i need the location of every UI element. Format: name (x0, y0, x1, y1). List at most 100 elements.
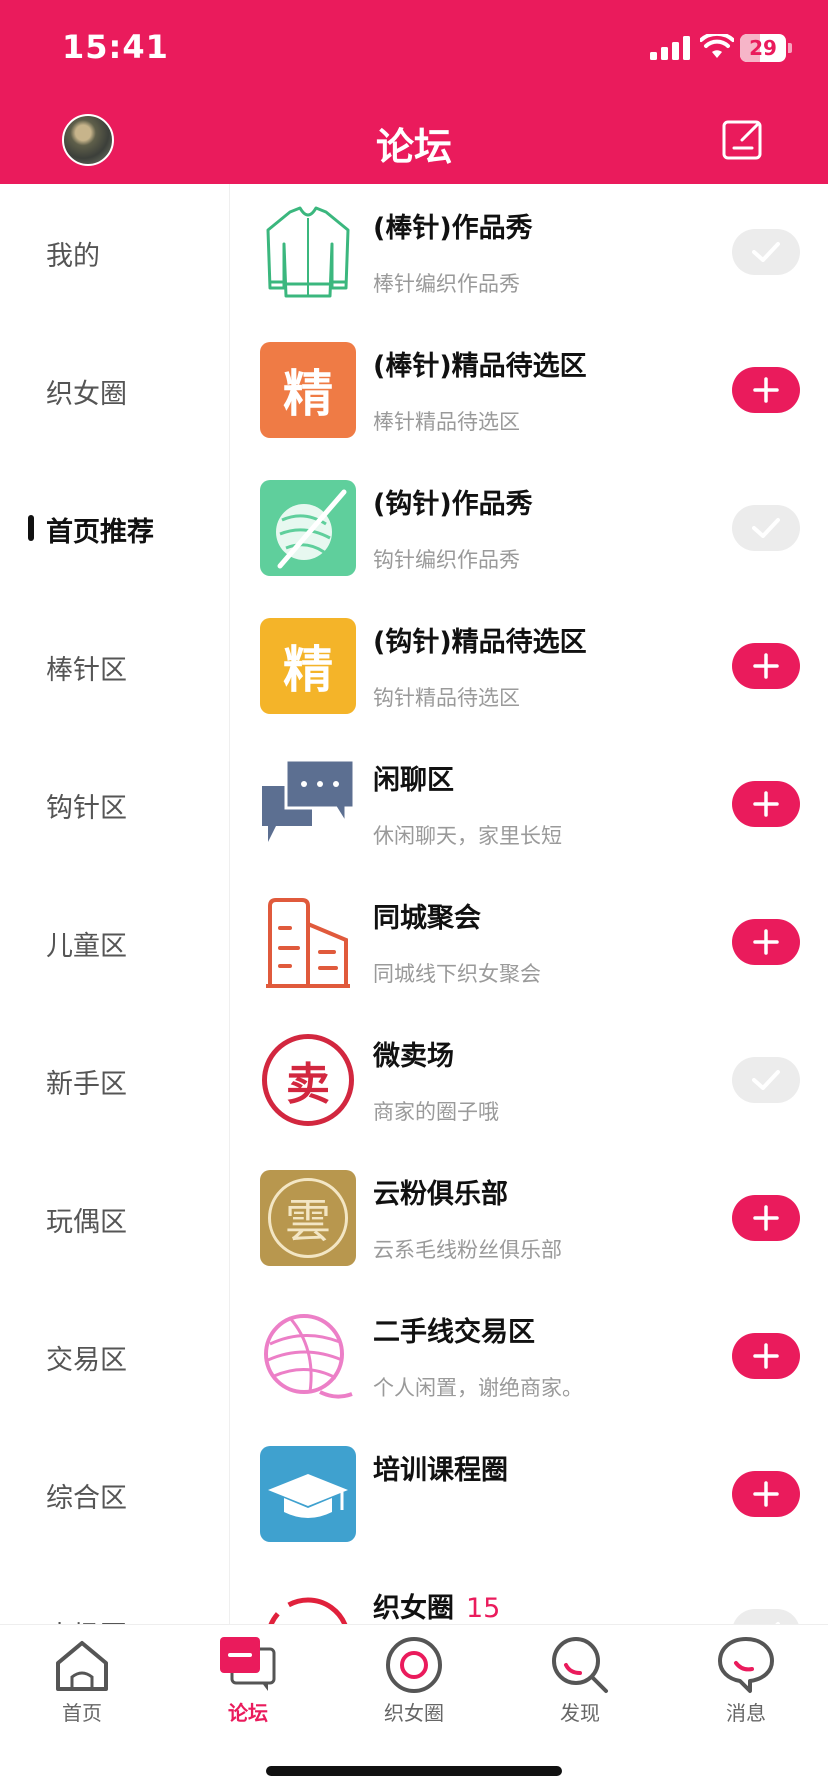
sidebar-item-label: 织女圈 (46, 379, 127, 410)
status-time: 15:41 (62, 28, 169, 66)
forum-row[interactable]: 培训课程圈 (230, 1426, 828, 1564)
sidebar-item-market[interactable]: 卖场圈 (0, 1564, 229, 1624)
join-button[interactable] (732, 367, 800, 413)
compose-icon[interactable] (722, 118, 764, 160)
forum-count: 15 (466, 1593, 501, 1624)
forum-icon (220, 1637, 276, 1691)
forum-list: (棒针)作品秀 棒针编织作品秀 精 (棒针)精品待选区 棒针精品待选区 (钩针)… (230, 184, 828, 1624)
cloud-club-icon: 雲 (260, 1170, 356, 1266)
forum-subtitle: 同城线下织女聚会 (373, 962, 541, 986)
joined-button[interactable] (732, 1057, 800, 1103)
joined-button[interactable] (732, 1609, 800, 1624)
sidebar-item-label: 综合区 (46, 1483, 127, 1514)
check-icon (752, 518, 780, 538)
forum-row[interactable]: 织女圈 15 (230, 1564, 828, 1624)
plus-icon (753, 653, 779, 679)
forum-title: 闲聊区 (373, 765, 454, 796)
check-icon (752, 1070, 780, 1090)
plus-icon (753, 377, 779, 403)
yarn-ball-icon (260, 1308, 356, 1404)
sidebar-item-general[interactable]: 综合区 (0, 1426, 229, 1564)
sidebar-item-recommended[interactable]: 首页推荐 (0, 460, 229, 598)
battery-icon: 29 (740, 34, 792, 62)
forum-title: 微卖场 (373, 1041, 454, 1072)
sidebar-item-knitting[interactable]: 棒针区 (0, 598, 229, 736)
forum-title: 同城聚会 (373, 903, 481, 934)
forum-title: (棒针)精品待选区 (373, 351, 587, 382)
tab-forum[interactable]: 论坛 (188, 1635, 308, 1735)
join-button[interactable] (732, 643, 800, 689)
join-button[interactable] (732, 1195, 800, 1241)
forum-subtitle: 个人闲置，谢绝商家。 (373, 1376, 583, 1400)
sidebar-item-label: 首页推荐 (46, 517, 154, 548)
sidebar-item-label: 棒针区 (46, 655, 127, 686)
sidebar-item-label: 钩针区 (46, 793, 127, 824)
wifi-icon (700, 34, 734, 58)
tab-label: 消息 (726, 1701, 766, 1725)
forum-subtitle: 棒针精品待选区 (373, 410, 520, 434)
home-indicator (266, 1766, 562, 1776)
sidebar-item-label: 我的 (46, 241, 100, 272)
tab-label: 织女圈 (384, 1701, 444, 1725)
yarn-hook-icon (260, 480, 356, 576)
joined-button[interactable] (732, 505, 800, 551)
page-title: 论坛 (375, 125, 452, 169)
forum-title: 培训课程圈 (373, 1455, 508, 1486)
sidebar-item-label: 儿童区 (46, 931, 127, 962)
forum-row[interactable]: 卖 微卖场 商家的圈子哦 (230, 1012, 828, 1150)
tab-messages[interactable]: 消息 (686, 1635, 806, 1735)
chat-bubbles-icon (260, 756, 356, 852)
plus-icon (753, 1481, 779, 1507)
join-button[interactable] (732, 919, 800, 965)
plus-icon (753, 1205, 779, 1231)
tab-label: 论坛 (228, 1701, 268, 1725)
forum-subtitle: 钩针精品待选区 (373, 686, 520, 710)
forum-row[interactable]: 精 (钩针)精品待选区 钩针精品待选区 (230, 598, 828, 736)
join-button[interactable] (732, 781, 800, 827)
forum-subtitle: 棒针编织作品秀 (373, 272, 520, 296)
join-button[interactable] (732, 1471, 800, 1517)
forum-row[interactable]: 精 (棒针)精品待选区 棒针精品待选区 (230, 322, 828, 460)
category-sidebar: 我的 织女圈 首页推荐 棒针区 钩针区 儿童区 新手区 玩偶区 交易区 综合区 … (0, 184, 230, 1624)
sidebar-item-mine[interactable]: 我的 (0, 184, 229, 322)
join-button[interactable] (732, 1333, 800, 1379)
signal-icon (650, 36, 690, 60)
sidebar-item-trade[interactable]: 交易区 (0, 1288, 229, 1426)
forum-row[interactable]: 二手线交易区 个人闲置，谢绝商家。 (230, 1288, 828, 1426)
sidebar-item-dolls[interactable]: 玩偶区 (0, 1150, 229, 1288)
tab-home[interactable]: 首页 (22, 1635, 142, 1735)
tab-label: 发现 (560, 1701, 600, 1725)
sidebar-item-crochet[interactable]: 钩针区 (0, 736, 229, 874)
forum-row[interactable]: 同城聚会 同城线下织女聚会 (230, 874, 828, 1012)
joined-button[interactable] (732, 229, 800, 275)
tab-discover[interactable]: 发现 (520, 1635, 640, 1735)
sidebar-item-beginner[interactable]: 新手区 (0, 1012, 229, 1150)
forum-title: (钩针)作品秀 (373, 489, 533, 520)
battery-level: 29 (749, 36, 777, 60)
forum-subtitle: 云系毛线粉丝俱乐部 (373, 1238, 562, 1262)
smile-circle-icon (260, 1584, 356, 1624)
check-icon (752, 242, 780, 262)
plus-icon (753, 929, 779, 955)
sell-icon: 卖 (260, 1032, 356, 1128)
status-bar: 15:41 29 (0, 0, 828, 100)
forum-row[interactable]: 雲 云粉俱乐部 云系毛线粉丝俱乐部 (230, 1150, 828, 1288)
jing-icon: 精 (260, 618, 356, 714)
forum-row[interactable]: (钩针)作品秀 钩针编织作品秀 (230, 460, 828, 598)
forum-row[interactable]: 闲聊区 休闲聊天，家里长短 (230, 736, 828, 874)
forum-title: 织女圈 15 (373, 1593, 501, 1624)
sidebar-item-label: 卖场圈 (46, 1614, 127, 1624)
forum-subtitle: 商家的圈子哦 (373, 1100, 499, 1124)
sidebar-item-knitting-circle[interactable]: 织女圈 (0, 322, 229, 460)
search-icon (552, 1637, 608, 1693)
tab-circle[interactable]: 织女圈 (354, 1635, 474, 1735)
sidebar-item-label: 交易区 (46, 1345, 127, 1376)
plus-icon (753, 791, 779, 817)
active-marker (28, 515, 34, 541)
forum-row[interactable]: (棒针)作品秀 棒针编织作品秀 (230, 184, 828, 322)
sidebar-item-children[interactable]: 儿童区 (0, 874, 229, 1012)
plus-icon (753, 1343, 779, 1369)
forum-title: 二手线交易区 (373, 1317, 535, 1348)
jing-icon: 精 (260, 342, 356, 438)
sidebar-item-label: 玩偶区 (46, 1207, 127, 1238)
